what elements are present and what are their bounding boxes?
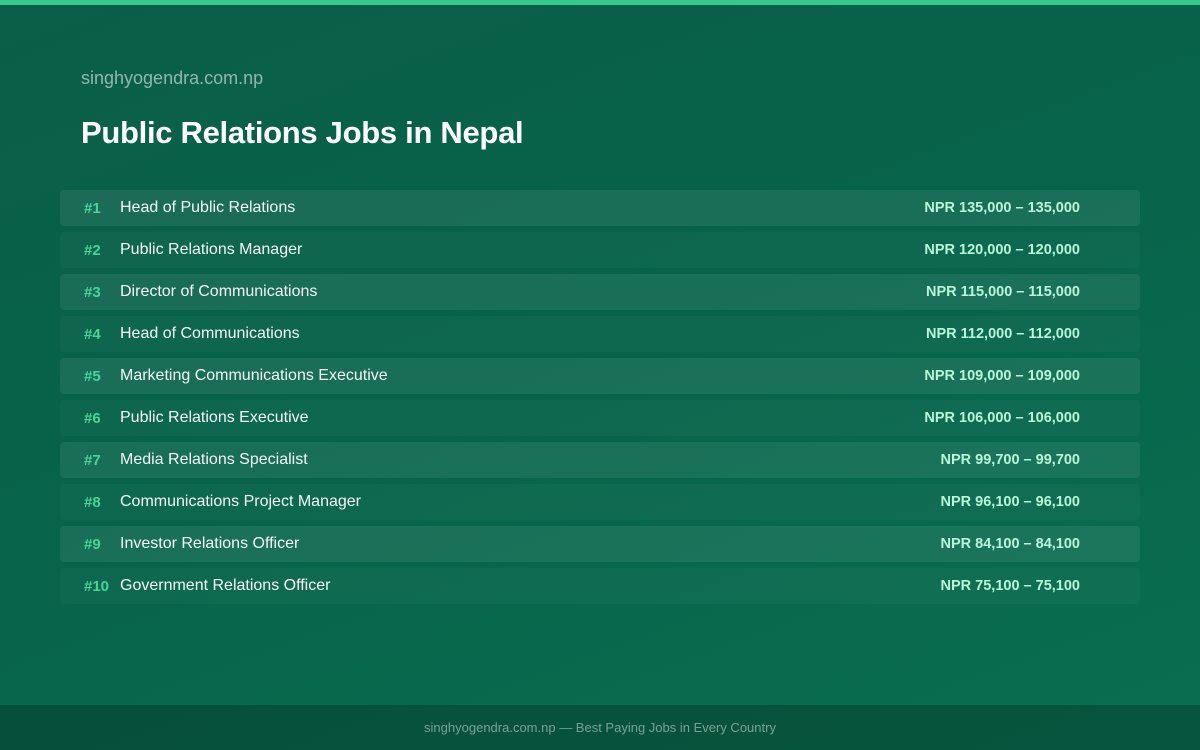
job-rank: #7 <box>84 451 101 469</box>
job-row: #1 Head of Public Relations NPR 135,000 … <box>60 190 1140 226</box>
footer-text: singhyogendra.com.np — Best Paying Jobs … <box>424 720 776 735</box>
job-row: #6 Public Relations Executive NPR 106,00… <box>60 400 1140 436</box>
job-title: Director of Communications <box>120 283 318 300</box>
job-row: #3 Director of Communications NPR 115,00… <box>60 274 1140 310</box>
job-rank: #4 <box>84 325 101 343</box>
job-salary: NPR 120,000 – 120,000 <box>924 242 1080 258</box>
job-rank: #8 <box>84 493 101 511</box>
page-title: Public Relations Jobs in Nepal <box>81 115 524 150</box>
job-title: Government Relations Officer <box>120 577 331 594</box>
job-title: Public Relations Manager <box>120 241 303 258</box>
job-title: Marketing Communications Executive <box>120 367 388 384</box>
job-salary: NPR 135,000 – 135,000 <box>924 200 1080 216</box>
job-row: #4 Head of Communications NPR 112,000 – … <box>60 316 1140 352</box>
job-row: #2 Public Relations Manager NPR 120,000 … <box>60 232 1140 268</box>
job-salary: NPR 75,100 – 75,100 <box>940 578 1080 594</box>
job-title: Head of Communications <box>120 325 300 342</box>
job-rank: #9 <box>84 535 101 553</box>
job-list: #1 Head of Public Relations NPR 135,000 … <box>60 190 1140 610</box>
job-row: #5 Marketing Communications Executive NP… <box>60 358 1140 394</box>
site-name: singhyogendra.com.np <box>81 68 264 88</box>
job-salary: NPR 99,700 – 99,700 <box>940 452 1080 468</box>
job-rank: #6 <box>84 409 101 427</box>
job-row: #10 Government Relations Officer NPR 75,… <box>60 568 1140 604</box>
job-rank: #5 <box>84 367 101 385</box>
job-title: Public Relations Executive <box>120 409 309 426</box>
job-salary: NPR 84,100 – 84,100 <box>940 536 1080 552</box>
job-row: #8 Communications Project Manager NPR 96… <box>60 484 1140 520</box>
job-title: Head of Public Relations <box>120 199 296 216</box>
top-accent-bar <box>0 0 1200 5</box>
job-row: #7 Media Relations Specialist NPR 99,700… <box>60 442 1140 478</box>
job-salary: NPR 109,000 – 109,000 <box>924 368 1080 384</box>
job-row: #9 Investor Relations Officer NPR 84,100… <box>60 526 1140 562</box>
job-salary: NPR 112,000 – 112,000 <box>926 326 1080 342</box>
job-salary: NPR 96,100 – 96,100 <box>940 494 1080 510</box>
job-rank: #10 <box>84 577 110 595</box>
job-title: Media Relations Specialist <box>120 451 308 468</box>
job-salary: NPR 115,000 – 115,000 <box>926 284 1080 300</box>
footer: singhyogendra.com.np — Best Paying Jobs … <box>0 705 1200 750</box>
job-salary: NPR 106,000 – 106,000 <box>924 410 1080 426</box>
job-rank: #2 <box>84 241 101 259</box>
job-rank: #1 <box>84 199 101 217</box>
job-title: Communications Project Manager <box>120 493 361 510</box>
job-rank: #3 <box>84 283 101 301</box>
job-title: Investor Relations Officer <box>120 535 300 552</box>
